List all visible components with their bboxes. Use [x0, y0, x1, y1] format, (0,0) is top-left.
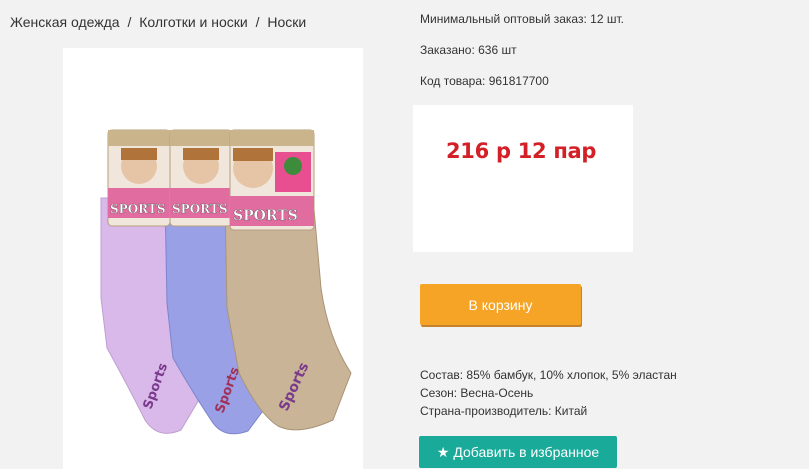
breadcrumb-link-womens-clothing[interactable]: Женская одежда — [10, 14, 120, 30]
add-to-cart-button[interactable]: В корзину — [420, 284, 581, 325]
package-card-3: W-109 SPORTS — [229, 129, 315, 231]
package-card-1: SPORTS — [107, 129, 171, 227]
sku-text: Код товара: 961817700 — [420, 74, 549, 88]
breadcrumb-separator: / — [255, 14, 260, 30]
breadcrumb: Женская одежда / Колготки и носки / Носк… — [10, 14, 306, 30]
breadcrumb-link-tights-socks[interactable]: Колготки и носки — [139, 14, 248, 30]
price-panel: 216 р 12 пар — [413, 105, 633, 252]
composition-text: Состав: 85% бамбук, 10% хлопок, 5% эласт… — [420, 368, 677, 382]
product-specs: Состав: 85% бамбук, 10% хлопок, 5% эласт… — [420, 366, 677, 420]
product-image[interactable]: Sports Sports Sports SPORTS SPORTS SPORT… — [63, 48, 363, 469]
svg-text:SPORTS: SPORTS — [110, 202, 166, 216]
svg-text:SPORTS: SPORTS — [233, 208, 298, 224]
season-text: Сезон: Весна-Осень — [420, 386, 534, 400]
min-order-text: Минимальный оптовый заказ: 12 шт. — [420, 12, 624, 26]
package-card-2: SPORTS — [169, 129, 233, 227]
price-label: 216 р 12 пар — [446, 139, 597, 163]
breadcrumb-separator: / — [127, 14, 132, 30]
add-to-favorites-button[interactable]: ★ Добавить в избранное — [419, 436, 617, 468]
socks-photo: Sports Sports Sports SPORTS SPORTS SPORT… — [100, 129, 352, 435]
country-text: Страна-производитель: Китай — [420, 404, 588, 418]
svg-text:SPORTS: SPORTS — [172, 202, 228, 216]
add-to-favorites-label: Добавить в избранное — [453, 444, 600, 460]
ordered-count-text: Заказано: 636 шт — [420, 43, 517, 57]
breadcrumb-current-socks: Носки — [267, 14, 307, 30]
star-icon: ★ — [436, 444, 450, 460]
